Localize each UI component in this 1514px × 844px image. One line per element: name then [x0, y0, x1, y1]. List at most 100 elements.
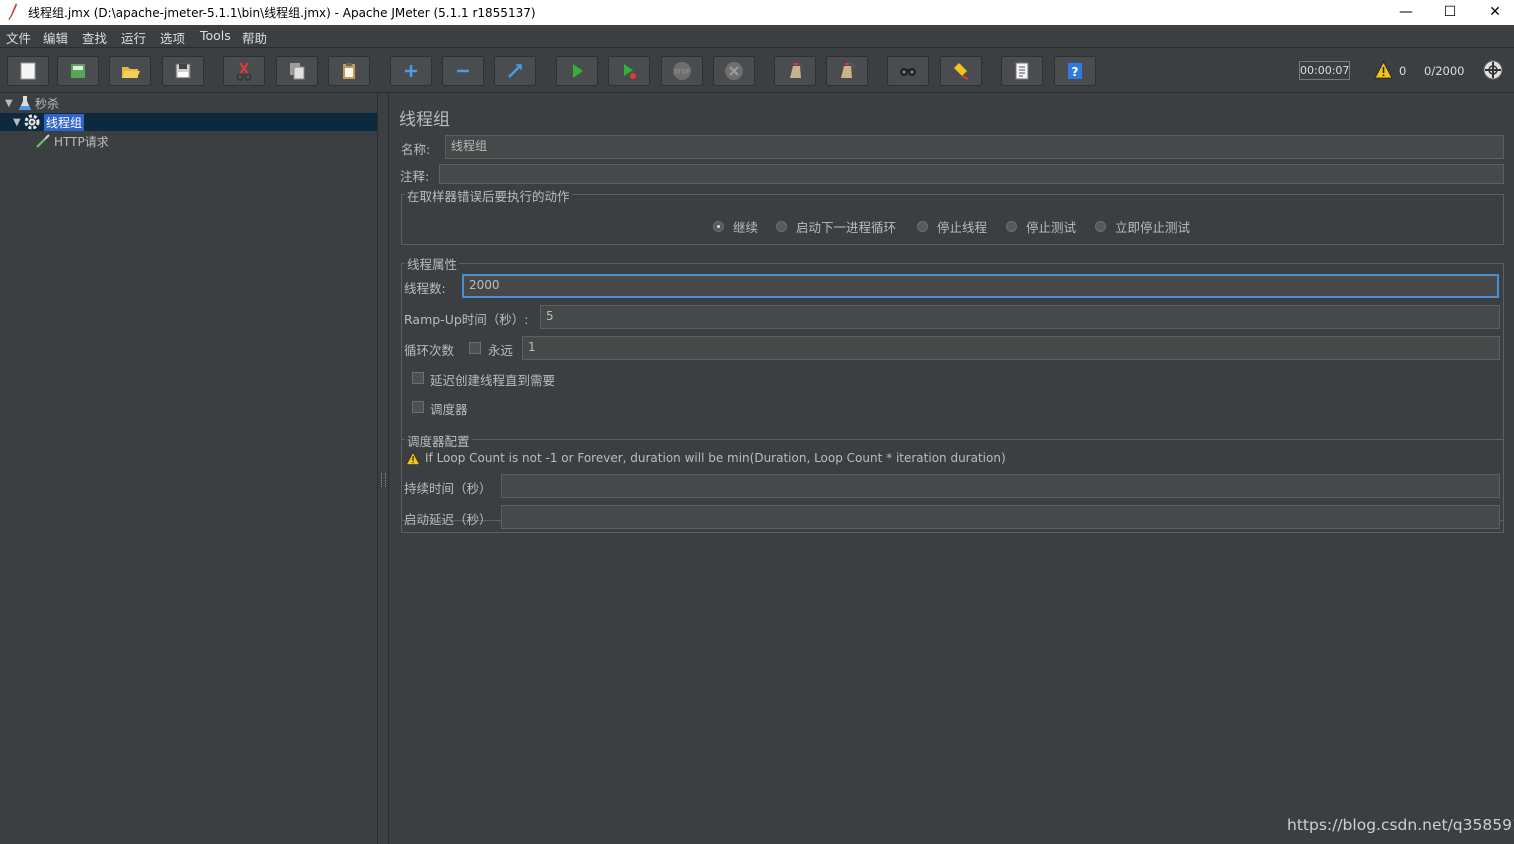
expand-arrow-icon[interactable]: ▼ — [5, 98, 15, 109]
start-no-pauses-button[interactable] — [608, 56, 650, 86]
save-icon — [175, 63, 191, 79]
tree-node-label: HTTP请求 — [54, 134, 109, 149]
help-icon: ? — [1068, 63, 1082, 79]
shutdown-icon — [725, 62, 743, 80]
templates-icon — [71, 64, 85, 78]
thread-count-field[interactable]: 2000 — [462, 274, 1499, 298]
name-label: 名称: — [401, 142, 431, 157]
radio-start-next-loop[interactable]: 启动下一进程循环 — [776, 217, 896, 236]
clear-button[interactable] — [774, 56, 816, 86]
watermark-text: https://blog.csdn.net/q3585914 — [1287, 816, 1514, 834]
start-icon — [573, 64, 583, 78]
paste-icon — [343, 63, 355, 79]
start-no-pause-icon — [624, 64, 636, 79]
warning-count: 0 — [1399, 64, 1407, 78]
templates-button[interactable] — [57, 56, 99, 86]
search-button[interactable] — [887, 56, 929, 86]
function-helper-button[interactable] — [1001, 56, 1043, 86]
tree-node-label: 秒杀 — [35, 96, 60, 111]
thread-count-label: 线程数: — [404, 281, 446, 296]
delay-thread-creation-checkbox[interactable] — [412, 372, 424, 384]
close-button[interactable]: ✕ — [1472, 0, 1514, 25]
menu-search[interactable]: 查找 — [82, 28, 107, 47]
window-title-bar: 线程组.jmx (D:\apache-jmeter-5.1.1\bin\线程组.… — [0, 0, 1514, 25]
paste-button[interactable] — [328, 56, 370, 86]
radio-dot[interactable] — [917, 221, 928, 232]
cut-icon — [236, 62, 252, 81]
copy-icon — [290, 63, 305, 80]
start-button[interactable] — [556, 56, 598, 86]
menu-bar: 文件 编辑 查找 运行 选项 Tools 帮助 — [0, 25, 1514, 48]
rampup-field[interactable]: 5 — [540, 305, 1500, 329]
window-title: 线程组.jmx (D:\apache-jmeter-5.1.1\bin\线程组.… — [28, 6, 536, 20]
rampup-label: Ramp-Up时间（秒）: — [404, 312, 529, 327]
copy-button[interactable] — [276, 56, 318, 86]
tree-node-thread-group[interactable]: ▼ 线程组 — [13, 113, 85, 131]
menu-file[interactable]: 文件 — [6, 28, 31, 47]
scheduler-checkbox[interactable] — [412, 401, 424, 413]
save-button[interactable] — [162, 56, 204, 86]
expand-arrow-icon[interactable]: ▼ — [13, 117, 23, 128]
radio-dot[interactable] — [713, 221, 724, 232]
radio-dot[interactable] — [1095, 221, 1106, 232]
svg-text:?: ? — [1072, 65, 1079, 79]
radio-stop-thread[interactable]: 停止线程 — [917, 217, 987, 236]
stop-button[interactable]: STOP — [661, 56, 703, 86]
loop-count-field[interactable]: 1 — [522, 336, 1500, 360]
expand-icon — [405, 65, 417, 77]
menu-edit[interactable]: 编辑 — [43, 28, 68, 47]
radio-dot[interactable] — [1006, 221, 1017, 232]
panel-splitter[interactable] — [378, 93, 389, 844]
radio-continue[interactable]: 继续 — [713, 217, 758, 236]
minimize-button[interactable]: — — [1383, 0, 1429, 25]
duration-field[interactable] — [501, 474, 1500, 498]
menu-run[interactable]: 运行 — [121, 28, 146, 47]
thread-group-panel: 线程组 名称: 线程组 注释: 在取样器错误后要执行的动作 继续 启动下一进程循… — [389, 93, 1514, 844]
name-field[interactable]: 线程组 — [445, 135, 1504, 159]
new-icon — [20, 62, 36, 80]
jmeter-feather-icon — [8, 3, 17, 20]
forever-checkbox[interactable] — [469, 342, 481, 354]
tree-node-test-plan[interactable]: ▼ 秒杀 — [5, 94, 59, 112]
expand-all-button[interactable] — [390, 56, 432, 86]
comment-label: 注释: — [400, 169, 430, 184]
toolbar: STOP ? — [0, 48, 1514, 93]
open-icon — [122, 67, 140, 78]
splitter-grip-icon[interactable] — [381, 473, 386, 487]
collapse-icon — [457, 69, 469, 73]
radio-dot[interactable] — [776, 221, 787, 232]
shutdown-button[interactable] — [713, 56, 755, 86]
new-button[interactable] — [7, 56, 49, 86]
reset-search-button[interactable] — [940, 56, 982, 86]
comment-field[interactable] — [439, 164, 1504, 184]
radio-stop-test-now[interactable]: 立即停止测试 — [1095, 217, 1190, 236]
remote-status-icon[interactable] — [1483, 60, 1503, 80]
active-threads: 0/2000 — [1424, 64, 1465, 78]
startup-delay-label: 启动延迟（秒） — [404, 512, 492, 527]
toggle-icon — [508, 64, 522, 78]
elapsed-timer: 00:00:07 — [1299, 61, 1350, 80]
delay-thread-creation-label: 延迟创建线程直到需要 — [430, 373, 556, 388]
clear-all-button[interactable] — [826, 56, 868, 86]
maximize-button[interactable]: ☐ — [1427, 0, 1473, 25]
menu-tools[interactable]: Tools — [200, 28, 231, 43]
forever-label: 永远 — [488, 343, 514, 358]
warning-icon[interactable] — [1374, 61, 1393, 79]
menu-help[interactable]: 帮助 — [242, 28, 267, 47]
clear-all-icon — [841, 62, 857, 78]
help-button[interactable]: ? — [1054, 56, 1096, 86]
open-button[interactable] — [109, 56, 151, 86]
collapse-all-button[interactable] — [442, 56, 484, 86]
scheduler-label: 调度器 — [430, 402, 468, 417]
duration-label: 持续时间（秒） — [404, 481, 492, 496]
tree-node-http-request[interactable]: HTTP请求 — [35, 132, 109, 150]
startup-delay-field[interactable] — [501, 505, 1500, 529]
group-title: 调度器配置 — [405, 431, 472, 450]
svg-text:STOP: STOP — [674, 69, 690, 76]
stop-icon: STOP — [673, 62, 691, 80]
menu-options[interactable]: 选项 — [160, 28, 185, 47]
cut-button[interactable] — [223, 56, 265, 86]
toggle-button[interactable] — [494, 56, 536, 86]
radio-stop-test[interactable]: 停止测试 — [1006, 217, 1076, 236]
group-title: 在取样器错误后要执行的动作 — [405, 186, 572, 205]
